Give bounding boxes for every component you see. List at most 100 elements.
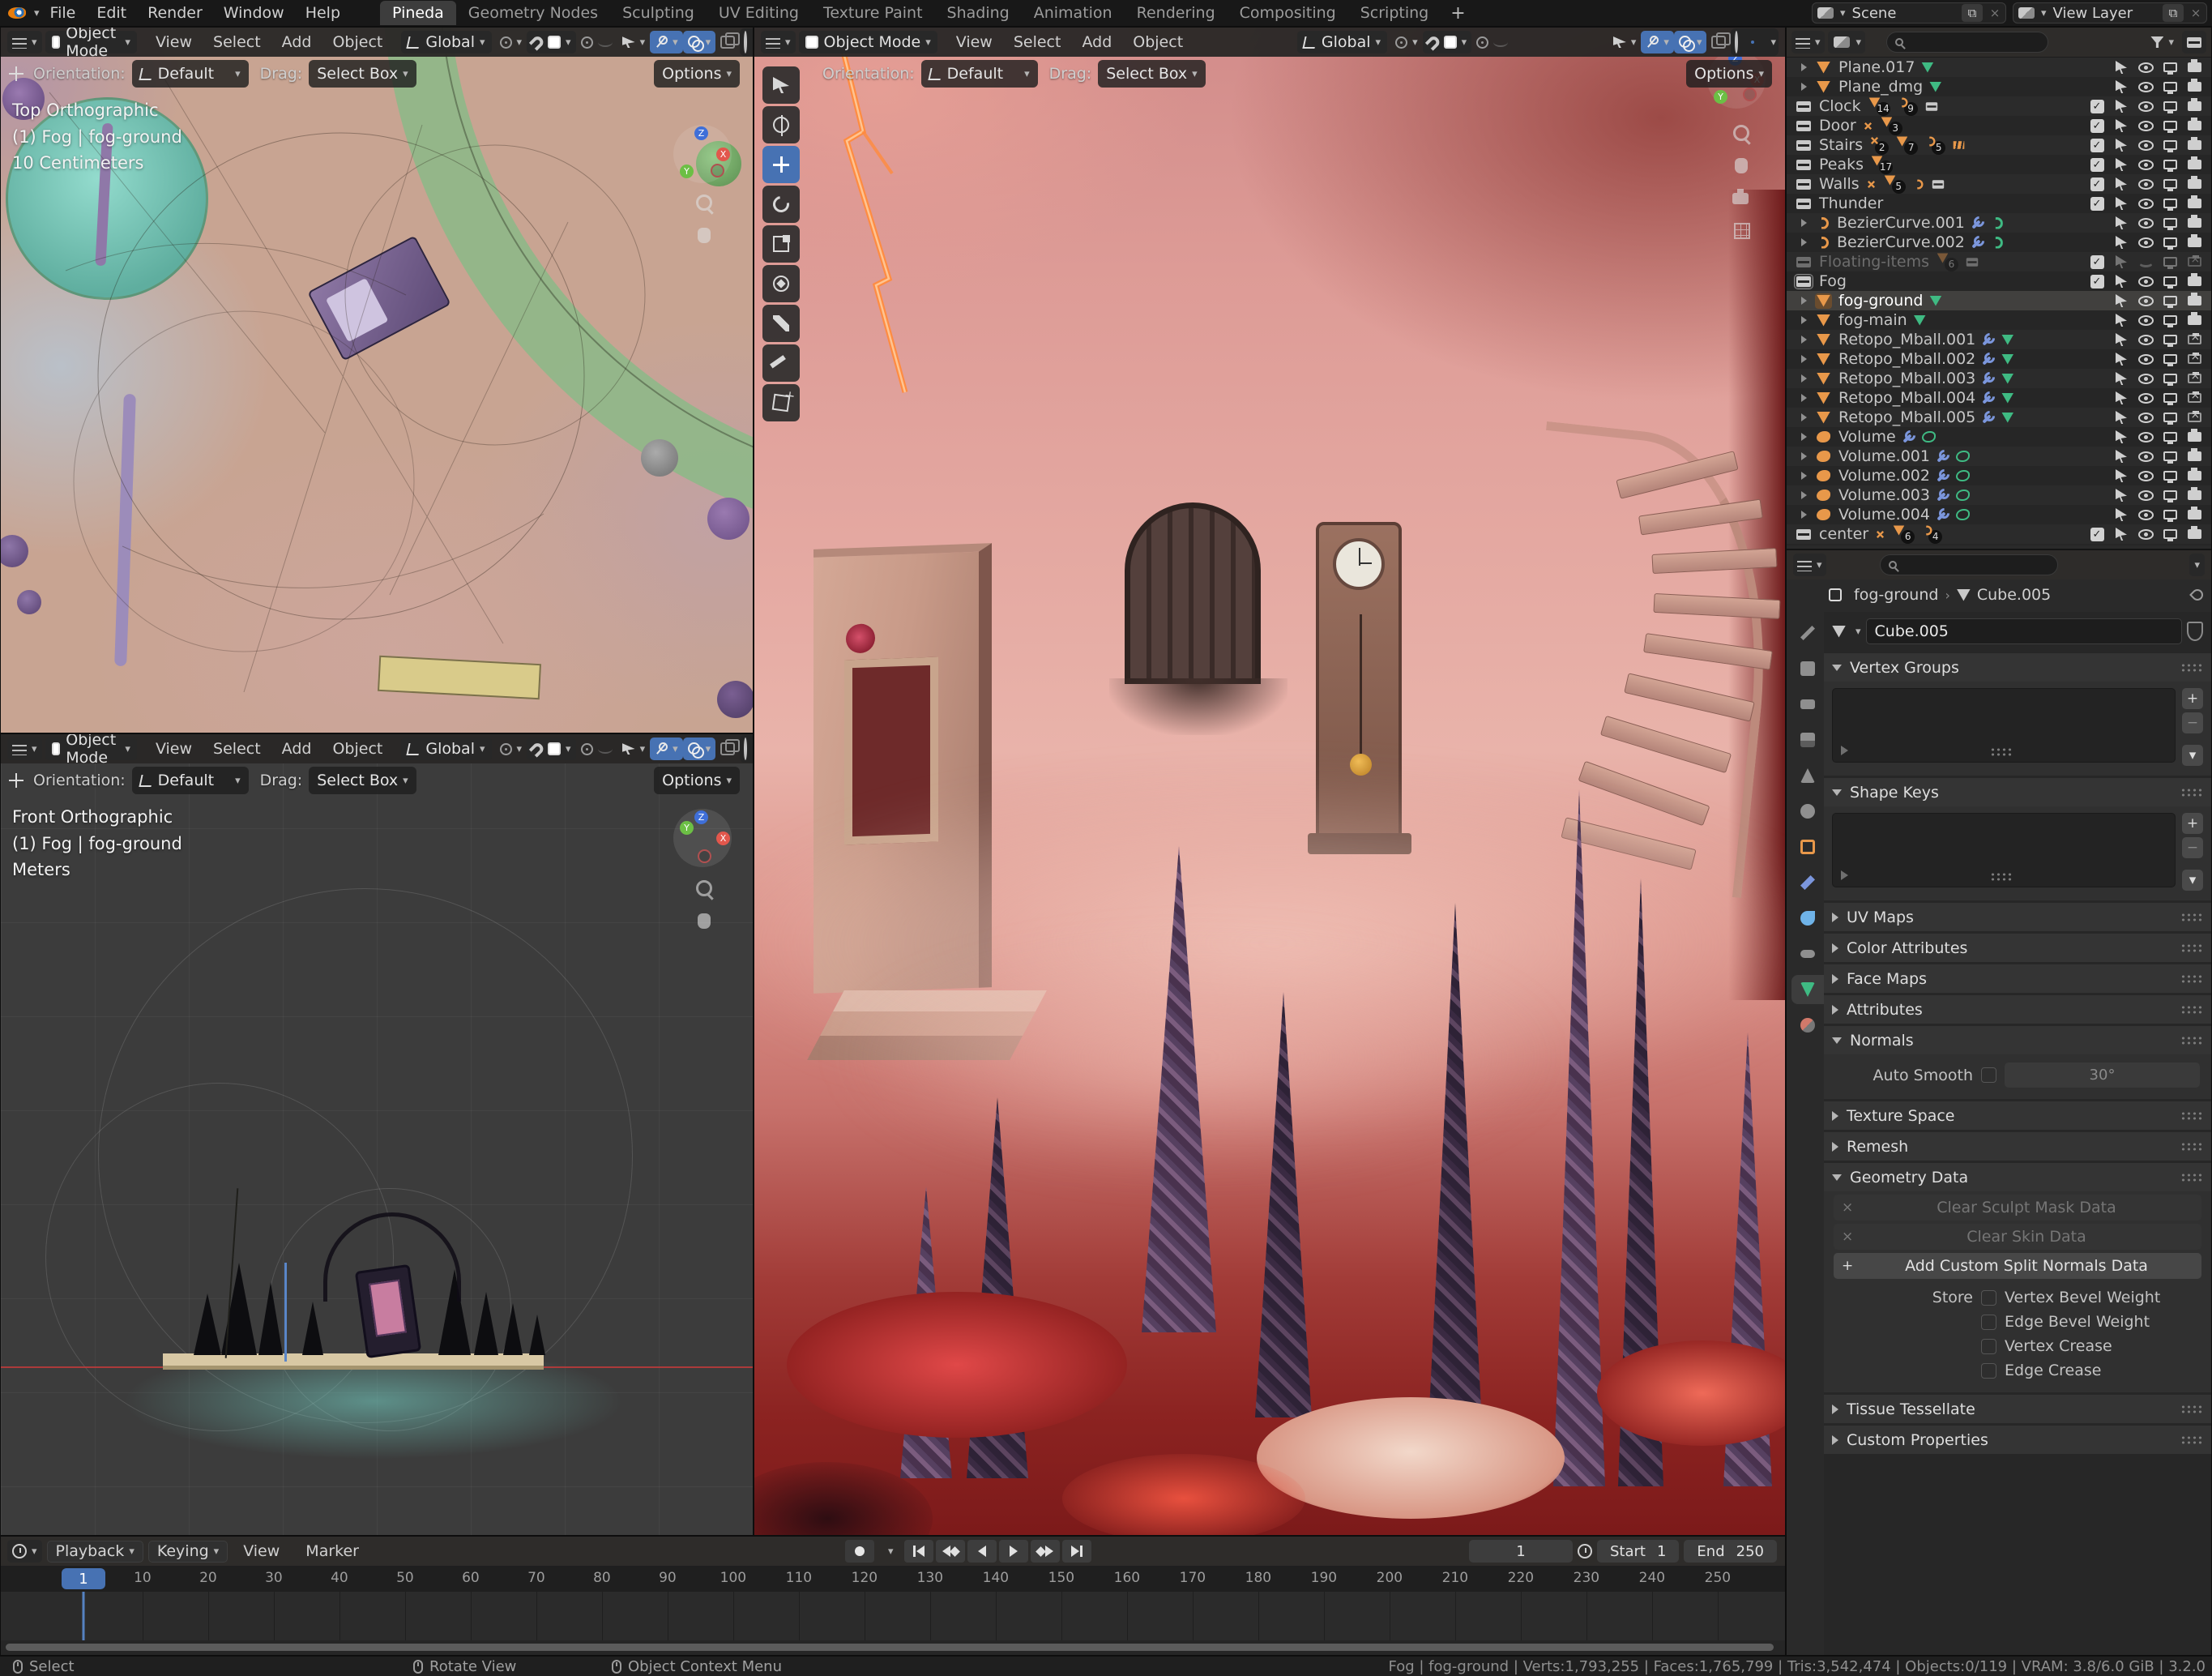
panel-grip-icon[interactable] [2180, 1141, 2203, 1152]
gizmo-toggle[interactable]: ▾ [1641, 31, 1674, 53]
properties-tab-constraints[interactable] [1791, 939, 1824, 968]
panel-grip-icon[interactable] [2180, 1404, 2203, 1414]
workspace-tab-sculpting[interactable]: Sculpting [610, 1, 707, 25]
axis-negative[interactable] [711, 164, 724, 177]
xray-toggle[interactable] [715, 738, 741, 760]
pan-icon[interactable] [1732, 156, 1753, 177]
specials-dropdown[interactable]: ▾ [2182, 870, 2203, 891]
editor-type-button[interactable]: ▾ [7, 31, 42, 53]
breadcrumb-data[interactable]: Cube.005 [1977, 586, 2051, 604]
panel-header[interactable]: Custom Properties [1824, 1426, 2211, 1454]
proportional-editing-button[interactable] [1471, 31, 1513, 53]
remove-button[interactable]: − [2182, 712, 2203, 733]
scene-selector[interactable]: ▾ Scene ⧉ × [1812, 2, 2006, 24]
workspace-tab-texture-paint[interactable]: Texture Paint [811, 1, 935, 25]
close-icon[interactable]: × [1984, 4, 2005, 22]
playhead-current-frame[interactable]: 1 [62, 1568, 105, 1589]
add-button[interactable]: + [2182, 813, 2203, 834]
exclude-checkbox[interactable]: ✓ [2090, 177, 2104, 191]
gizmo-toggle[interactable]: ▾ [650, 31, 683, 53]
clear-sculpt-mask-button[interactable]: × Clear Sculpt Mask Data [1834, 1195, 2201, 1221]
timeline-menu-marker[interactable]: Marker [295, 1542, 369, 1560]
outliner-row-retopo-mball-001[interactable]: Retopo_Mball.001 [1787, 330, 2211, 349]
panel-header[interactable]: UV Maps [1824, 903, 2211, 931]
zoom-icon[interactable] [694, 193, 715, 214]
next-keyframe-button[interactable] [1030, 1540, 1060, 1563]
properties-tab-physics[interactable] [1791, 904, 1824, 933]
outliner-row-walls[interactable]: Walls 5 ✓ [1787, 174, 2211, 194]
outliner-row-volume-002[interactable]: Volume.002 [1787, 466, 2211, 485]
clear-skin-data-button[interactable]: × Clear Skin Data [1834, 1224, 2201, 1250]
properties-tab-material[interactable] [1791, 1011, 1824, 1040]
new-collection-button[interactable] [2182, 31, 2206, 53]
outliner-row-retopo-mball-002[interactable]: Retopo_Mball.002 [1787, 349, 2211, 369]
shading-solid-button[interactable] [1744, 41, 1747, 44]
remove-button[interactable]: − [2182, 837, 2203, 858]
navigation-gizmo[interactable]: Z Y X [673, 125, 732, 183]
gizmo-toggle[interactable]: ▾ [650, 738, 683, 760]
snap-toggle[interactable]: ▾ [1422, 31, 1472, 53]
checkbox[interactable] [1981, 1338, 1996, 1354]
workspace-tab-shading[interactable]: Shading [935, 1, 1022, 25]
copy-icon[interactable]: ⧉ [1962, 4, 1983, 22]
outliner-search-input[interactable] [1886, 32, 2049, 53]
exclude-checkbox[interactable]: ✓ [2090, 254, 2104, 269]
mode-selector[interactable]: Object Mode ▾ [798, 31, 937, 53]
options-dropdown[interactable]: Options ▾ [654, 767, 740, 794]
workspace-tab-compositing[interactable]: Compositing [1228, 1, 1348, 25]
specials-dropdown[interactable]: ▾ [2182, 745, 2203, 766]
outliner-row-plane-017[interactable]: Plane.017 [1787, 58, 2211, 77]
axis-y[interactable]: Y [1714, 90, 1727, 104]
snap-target-button[interactable]: ▾ [1390, 31, 1423, 53]
orientation-dropdown[interactable]: Default ▾ [920, 60, 1038, 88]
panel-grip-icon[interactable] [2180, 943, 2203, 953]
menu-edit[interactable]: Edit [86, 4, 137, 22]
outliner-row-retopo-mball-003[interactable]: Retopo_Mball.003 [1787, 369, 2211, 388]
checkbox[interactable] [1981, 1314, 1996, 1330]
expand-icon[interactable] [1801, 472, 1807, 480]
panel-grip-icon[interactable] [2180, 662, 2203, 673]
breadcrumb-object[interactable]: fog-ground [1854, 586, 1938, 604]
outliner-row-stairs[interactable]: Stairs 2 7 5 ✓ [1787, 135, 2211, 155]
panel-grip-icon[interactable] [2180, 1110, 2203, 1121]
pan-icon[interactable] [694, 225, 715, 246]
preview-range-icon[interactable] [1577, 1544, 1592, 1558]
outliner-row-fog-main[interactable]: fog-main [1787, 310, 2211, 330]
outliner-row-door[interactable]: Door 3 ✓ [1787, 116, 2211, 135]
pin-icon[interactable] [2189, 587, 2206, 603]
timeline-menu-view[interactable]: View [233, 1542, 290, 1560]
camera-view-icon[interactable] [1732, 188, 1753, 209]
menu-file[interactable]: File [40, 4, 87, 22]
checkbox[interactable] [1981, 1289, 1996, 1306]
mode-selector[interactable]: Object Mode ▾ [45, 28, 137, 60]
panel-header[interactable]: Texture Space [1824, 1101, 2211, 1130]
properties-options-button[interactable]: ▾ [2189, 554, 2205, 576]
panel-header[interactable]: Vertex Groups [1824, 653, 2211, 682]
tool-add-primitive[interactable] [762, 384, 800, 421]
axis-z[interactable]: Z [694, 126, 708, 140]
expand-icon[interactable] [1801, 355, 1807, 363]
add-button[interactable]: + [2182, 688, 2203, 709]
add-workspace-button[interactable]: + [1441, 3, 1475, 24]
visibility-dropdown[interactable]: ▾ [617, 31, 651, 53]
exclude-checkbox[interactable]: ✓ [2090, 99, 2104, 113]
perspective-toggle-icon[interactable] [1732, 220, 1753, 242]
viewport-menu-select[interactable]: Select [1003, 33, 1072, 51]
zoom-icon[interactable] [1732, 123, 1753, 144]
expand-icon[interactable] [1801, 491, 1807, 499]
outliner-row-beziercurve-001[interactable]: BezierCurve.001 [1787, 213, 2211, 233]
chevron-down-icon[interactable]: ▾ [888, 1546, 894, 1558]
tool-move[interactable] [762, 146, 800, 183]
play-button[interactable] [998, 1540, 1028, 1563]
chevron-down-icon[interactable]: ▾ [1770, 36, 1776, 49]
outliner-row-peaks[interactable]: Peaks 17 ✓ [1787, 155, 2211, 174]
display-mode-button[interactable]: ▾ [1827, 31, 1866, 53]
exclude-checkbox[interactable]: ✓ [2090, 196, 2104, 211]
properties-search-input[interactable] [1879, 554, 2058, 575]
workspace-tab-geometry-nodes[interactable]: Geometry Nodes [456, 1, 610, 25]
visibility-dropdown[interactable]: ▾ [617, 738, 651, 760]
panel-header[interactable]: Attributes [1824, 995, 2211, 1024]
shading-rendered-button[interactable] [1758, 41, 1761, 44]
outliner-row-volume-001[interactable]: Volume.001 [1787, 447, 2211, 466]
panel-grip-icon[interactable] [2180, 1172, 2203, 1182]
